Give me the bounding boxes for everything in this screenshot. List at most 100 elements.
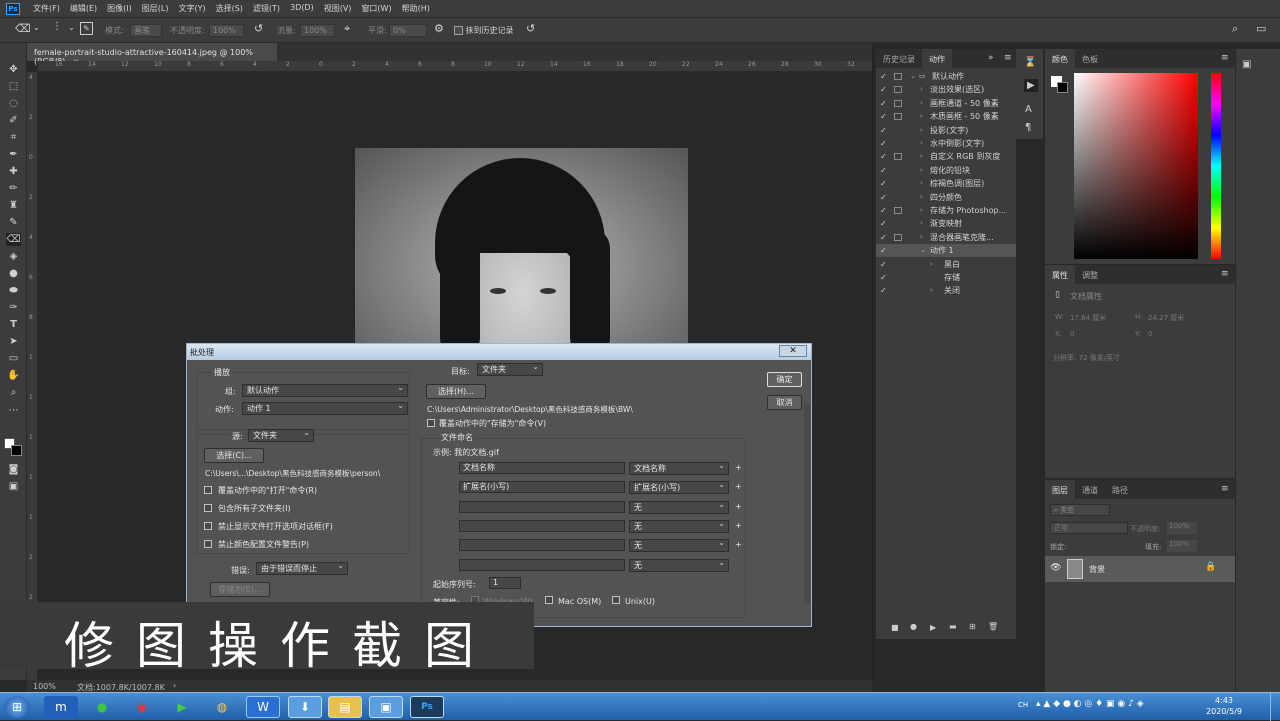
stop-icon[interactable]: ■ — [891, 623, 899, 632]
photoshop-logo-icon[interactable]: Ps — [6, 2, 20, 15]
check-icon[interactable]: ✓ — [880, 137, 887, 150]
type-tool-icon[interactable]: T — [6, 318, 21, 331]
add-row-plus-icon[interactable]: + — [735, 502, 742, 511]
flow-field[interactable]: 100% — [300, 24, 335, 37]
blur-tool-icon[interactable]: ● — [6, 267, 21, 280]
layer-filter-select[interactable]: ⌕ 类型 — [1050, 504, 1110, 516]
show-desktop-button[interactable] — [1270, 693, 1280, 721]
add-row-plus-icon[interactable]: + — [735, 482, 742, 491]
choose-dest-button[interactable]: 选择(H)... — [426, 384, 486, 399]
naming-select[interactable]: 无 — [629, 499, 729, 514]
check-icon[interactable]: ✓ — [880, 150, 887, 163]
naming-select[interactable]: 扩展名(小写) — [629, 479, 729, 495]
source-option-checkbox[interactable] — [204, 504, 212, 512]
crop-tool-icon[interactable]: ⌗ — [6, 131, 21, 144]
expand-chevron-icon[interactable]: › — [920, 137, 923, 150]
expand-chevron-icon[interactable]: › — [920, 150, 923, 163]
source-option-checkbox[interactable] — [204, 522, 212, 530]
search-icon[interactable]: ⌕ — [1232, 22, 1238, 36]
path-select-tool-icon[interactable]: ➤ — [6, 335, 21, 348]
check-icon[interactable]: ✓ — [880, 164, 887, 177]
dropdown-chevron-icon[interactable]: ⌄ — [68, 23, 75, 32]
expand-chevron-icon[interactable]: › — [920, 97, 923, 110]
action-row[interactable]: ✓ › 水中倒影(文字) — [876, 137, 1016, 150]
tab-history[interactable]: 历史记录 — [876, 49, 922, 68]
brush-panel-icon[interactable]: ✎ — [80, 22, 93, 35]
action-row[interactable]: ✓ › 关闭 — [876, 284, 1016, 297]
action-select[interactable]: 动作 1 — [242, 400, 408, 415]
menu-item[interactable]: 文字(Y) — [173, 3, 210, 14]
menu-item[interactable]: 视图(V) — [319, 3, 357, 14]
tab-color[interactable]: 颜色 — [1045, 49, 1075, 68]
dialog-toggle-icon[interactable] — [894, 113, 902, 121]
expand-chevron-icon[interactable]: ⌄ — [910, 70, 916, 83]
check-icon[interactable]: ✓ — [880, 284, 887, 297]
check-icon[interactable]: ✓ — [880, 97, 887, 110]
hand-tool-icon[interactable]: ✋ — [6, 369, 21, 382]
brush-size-icon[interactable]: ⋮ — [52, 21, 62, 32]
video-player-icon[interactable]: ▶ — [165, 696, 199, 718]
wps-icon[interactable]: W — [246, 696, 280, 718]
app-window-icon[interactable]: ▣ — [369, 696, 403, 718]
menu-item[interactable]: 滤镜(T) — [248, 3, 285, 14]
lock-icon[interactable]: 🔒 — [1205, 562, 1216, 572]
portrait-photo[interactable] — [355, 148, 688, 363]
check-icon[interactable]: ✓ — [880, 110, 887, 123]
compat-mac-checkbox[interactable] — [545, 596, 553, 604]
w-value[interactable]: 17.64 厘米 — [1070, 313, 1106, 323]
pressure-opacity-icon[interactable]: ↺ — [254, 22, 263, 35]
zoom-level[interactable]: 100% — [33, 682, 56, 691]
ok-button[interactable]: 确定 — [767, 372, 802, 387]
paragraph-panel-icon[interactable]: ¶ — [1025, 122, 1031, 133]
action-row[interactable]: ✓ › 木质画框 - 50 像素 — [876, 110, 1016, 123]
brush-tool-icon[interactable]: ✏ — [6, 182, 21, 195]
compat-unix-checkbox[interactable] — [612, 596, 620, 604]
expand-chevron-icon[interactable]: › — [920, 83, 923, 96]
layer-opacity-field[interactable]: 100% — [1167, 522, 1197, 534]
action-row[interactable]: ✓ ⌄ ▭ 默认动作 — [876, 70, 1016, 83]
x-value[interactable]: 0 — [1070, 330, 1074, 338]
expand-chevron-icon[interactable]: › — [920, 191, 923, 204]
action-row[interactable]: ✓ › 四分颜色 — [876, 191, 1016, 204]
character-panel-icon[interactable]: A — [1025, 104, 1032, 115]
chrome-icon[interactable]: ◍ — [205, 696, 239, 718]
set-select[interactable]: 默认动作 — [242, 382, 408, 397]
quick-select-tool-icon[interactable]: ✐ — [6, 114, 21, 127]
ime-indicator[interactable]: CH — [1018, 701, 1028, 709]
check-icon[interactable]: ✓ — [880, 83, 887, 96]
record-icon[interactable]: ● — [910, 622, 917, 631]
history-panel-icon[interactable]: ⌛ — [1024, 57, 1036, 68]
check-icon[interactable]: ✓ — [880, 124, 887, 137]
menu-item[interactable]: 文件(F) — [28, 3, 65, 14]
mode-select[interactable]: 画笔 — [130, 24, 162, 37]
photoshop-taskbar-icon[interactable]: Ps — [410, 696, 444, 718]
healing-tool-icon[interactable]: ✚ — [6, 165, 21, 178]
action-row[interactable]: ✓ › 投影(文字) — [876, 124, 1016, 137]
panel-menu-icon[interactable]: ≡ — [1221, 53, 1229, 63]
collapse-panel-icon[interactable]: » — [988, 53, 994, 63]
action-row[interactable]: ✓ 存储 — [876, 271, 1016, 284]
fill-field[interactable]: 100% — [1167, 540, 1197, 552]
expand-chevron-icon[interactable]: › — [930, 284, 933, 297]
dialog-scrollbar[interactable] — [804, 404, 810, 604]
expand-chevron-icon[interactable]: › — [920, 217, 923, 230]
dodge-tool-icon[interactable]: ⬬ — [6, 284, 21, 297]
music-app-icon[interactable]: ◉ — [125, 696, 159, 718]
error-select[interactable]: 由于错误而停止 — [256, 560, 348, 575]
menu-item[interactable]: 图像(I) — [102, 3, 137, 14]
dialog-toggle-icon[interactable] — [894, 99, 902, 107]
menu-item[interactable]: 编辑(E) — [65, 3, 102, 14]
document-tab[interactable]: female-portrait-studio-attractive-160414… — [27, 43, 277, 66]
erase-history-checkbox[interactable]: 抹到历史记录 — [454, 25, 514, 36]
wechat-icon[interactable]: ● — [85, 696, 119, 718]
airbrush-icon[interactable]: ⌖ — [344, 22, 350, 36]
dialog-toggle-icon[interactable] — [894, 207, 902, 214]
file-explorer-icon[interactable]: ▤ — [328, 696, 362, 718]
naming-field[interactable] — [459, 500, 625, 513]
move-tool-icon[interactable]: ✥ — [6, 63, 21, 76]
workspace-icon[interactable]: ▭ — [1256, 22, 1266, 35]
check-icon[interactable]: ✓ — [880, 271, 887, 284]
save-as-button[interactable]: 存储为(E)... — [210, 582, 270, 597]
pressure-size-icon[interactable]: ↺ — [526, 22, 535, 35]
dialog-toggle-icon[interactable] — [894, 86, 902, 94]
